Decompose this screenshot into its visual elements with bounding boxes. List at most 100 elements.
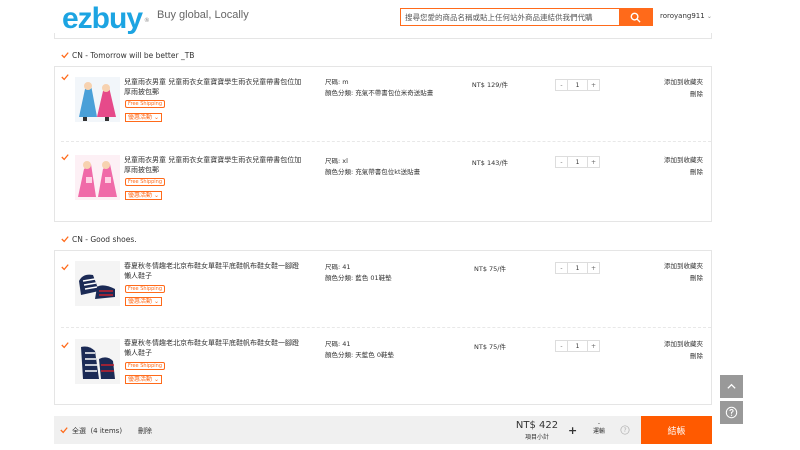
item-divider [61,327,711,328]
shipping-value: - [597,420,601,427]
product-title[interactable]: 兒童雨衣男童 兒童雨衣女童寶寶學生雨衣兒童帶書包位加厚雨披包郵 [124,155,304,175]
quantity-value[interactable]: 1 [567,341,588,351]
svg-text:?: ? [623,428,626,434]
store-title: CN - Tomorrow will be better _TB [72,51,195,60]
chevron-down-icon: ⌄ [153,298,159,305]
increase-button[interactable]: + [588,80,599,90]
promo-dropdown[interactable]: 優惠活動 ⌄ [125,191,162,200]
question-icon [725,406,738,419]
item-actions: 添加到收藏夾 刪除 [664,154,703,178]
username: roroyang911 [660,12,705,20]
ezbuy-logo[interactable]: ezbuy ® [62,4,149,34]
increase-button[interactable]: + [588,157,599,167]
free-shipping-badge: Free Shipping [125,100,166,108]
add-to-favorites-link[interactable]: 添加到收藏夾 [664,154,703,166]
help-button[interactable] [720,401,743,424]
quantity-value[interactable]: 1 [567,80,588,90]
help-icon[interactable]: ? [620,425,630,435]
quantity-value[interactable]: 1 [567,157,588,167]
subtotal-label: 項目小計 [524,434,549,441]
promo-dropdown[interactable]: 優惠活動 ⌄ [125,113,162,122]
store-checkbox[interactable] [61,235,69,243]
unit-price: NT$ 129/件 [471,81,509,89]
plus-sign: + [568,424,578,437]
add-to-favorites-link[interactable]: 添加到收藏夾 [664,338,703,350]
search-icon [630,12,641,23]
decrease-button[interactable]: - [556,80,567,90]
search-input[interactable] [401,9,619,25]
item-checkbox[interactable] [61,153,69,161]
search-bar [400,8,653,26]
subtotal-amount: NT$ 422 [515,420,559,431]
delete-item-link[interactable]: 刪除 [664,166,703,178]
product-image[interactable] [75,155,120,200]
chevron-down-icon: ⌄ [153,114,159,121]
store-checkbox[interactable] [61,51,69,59]
promo-dropdown[interactable]: 優惠活動 ⌄ [125,375,162,384]
increase-button[interactable]: + [588,263,599,273]
product-image[interactable] [75,261,120,306]
promo-dropdown[interactable]: 優惠活動 ⌄ [125,297,162,306]
product-title[interactable]: 兒童雨衣男童 兒童雨衣女童寶寶學生雨衣兒童帶書包位加厚雨披包郵 [124,77,304,97]
item-actions: 添加到收藏夾 刪除 [664,76,703,100]
delete-selected-link[interactable]: 刪除 [138,426,152,436]
delete-item-link[interactable]: 刪除 [664,272,703,284]
subtotal: NT$ 422 項目小計 [502,420,572,441]
increase-button[interactable]: + [588,341,599,351]
free-shipping-badge: Free Shipping [125,362,166,370]
decrease-button[interactable]: - [556,157,567,167]
item-checkbox[interactable] [61,73,69,81]
product-image[interactable] [75,77,120,122]
free-shipping-badge: Free Shipping [125,285,166,293]
quantity-stepper: - 1 + [555,340,600,352]
quantity-stepper: - 1 + [555,156,600,168]
checkout-button[interactable]: 結帳 [641,416,712,444]
back-to-top-button[interactable] [720,375,743,398]
free-shipping-badge: Free Shipping [125,178,166,186]
product-spec: 尺碼: 41 顏色分類: 天藍色 0鞋墊 [325,339,465,361]
product-spec: 尺碼: m 顏色分類: 充氣不帶書包位米奇送貼畫 [325,77,465,99]
product-title[interactable]: 春夏秋冬情趣老北京布鞋女單鞋平底鞋帆布鞋女鞋一腳蹬懶人鞋子 [124,261,304,281]
chevron-down-icon: ⌄ [153,376,159,383]
product-title[interactable]: 春夏秋冬情趣老北京布鞋女單鞋平底鞋帆布鞋女鞋一腳蹬懶人鞋子 [124,338,304,358]
shipping: - 運輸 [584,420,614,436]
add-to-favorites-link[interactable]: 添加到收藏夾 [664,260,703,272]
product-image[interactable] [75,339,120,384]
quantity-stepper: - 1 + [555,79,600,91]
quantity-stepper: - 1 + [555,262,600,274]
unit-price: NT$ 75/件 [474,343,506,351]
product-spec: 尺碼: 41 顏色分類: 藍色 01鞋墊 [325,262,465,284]
store-items-box: 兒童雨衣男童 兒童雨衣女童寶寶學生雨衣兒童帶書包位加厚雨披包郵 Free Shi… [54,66,712,222]
decrease-button[interactable]: - [556,341,567,351]
add-to-favorites-link[interactable]: 添加到收藏夾 [664,76,703,88]
item-checkbox[interactable] [61,263,69,271]
item-actions: 添加到收藏夾 刪除 [664,338,703,362]
spec-size: 尺碼: xl [325,157,348,165]
spec-color: 顏色分類: 天藍色 0鞋墊 [325,351,394,359]
product-spec: 尺碼: xl 顏色分類: 充氣帶書包位kt送貼畫 [325,156,465,178]
spec-size: 尺碼: 41 [325,340,351,348]
item-count: (4 items) [90,427,123,435]
decrease-button[interactable]: - [556,263,567,273]
delete-item-link[interactable]: 刪除 [664,350,703,362]
unit-price: NT$ 75/件 [474,265,506,273]
spec-color: 顏色分類: 藍色 01鞋墊 [325,274,392,282]
registered-mark: ® [144,18,150,24]
item-actions: 添加到收藏夾 刪除 [664,260,703,284]
select-all-checkbox[interactable] [60,426,68,434]
store-items-box: 春夏秋冬情趣老北京布鞋女單鞋平底鞋帆布鞋女鞋一腳蹬懶人鞋子 Free Shipp… [54,250,712,405]
checkout-bar: 全選 (4 items) 刪除 NT$ 422 項目小計 + - 運輸 ? 結帳 [54,416,712,444]
delete-item-link[interactable]: 刪除 [664,88,703,100]
select-all-label[interactable]: 全選 (4 items) [72,426,122,436]
chevron-up-icon [727,383,736,389]
site-header: ezbuy® Buy global, Locally roroyang911 ⌄ [0,0,800,34]
quantity-value[interactable]: 1 [567,263,588,273]
spec-size: 尺碼: 41 [325,263,351,271]
item-divider [61,141,711,142]
item-checkbox[interactable] [61,341,69,349]
search-button[interactable] [619,8,652,26]
unit-price: NT$ 143/件 [471,159,509,167]
previous-section-edge [54,33,712,39]
chevron-down-icon: ⌄ [153,192,159,199]
user-menu[interactable]: roroyang911 ⌄ [660,12,712,20]
